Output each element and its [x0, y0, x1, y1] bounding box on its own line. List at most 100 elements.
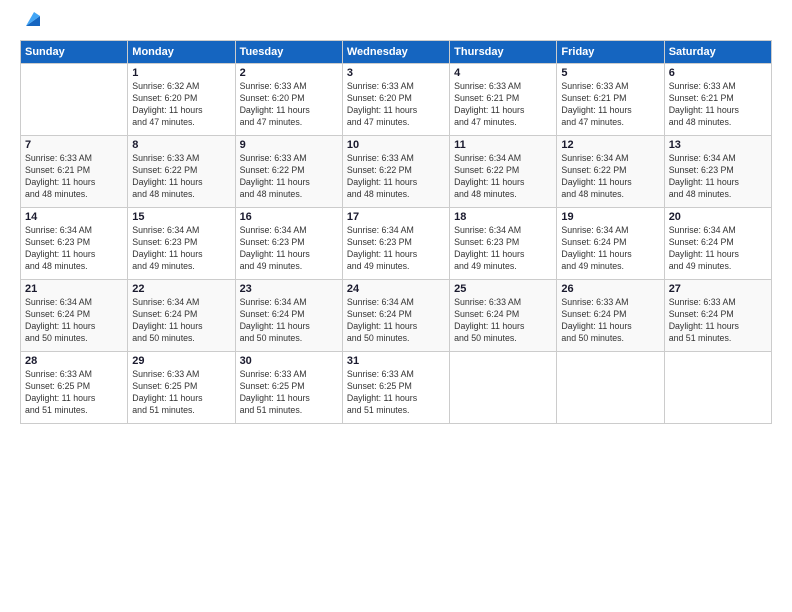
day-number: 19 — [561, 211, 659, 223]
day-number: 16 — [240, 211, 338, 223]
day-info: Sunrise: 6:33 AM Sunset: 6:22 PM Dayligh… — [240, 153, 338, 201]
day-number: 13 — [669, 139, 767, 151]
calendar-cell: 22 Sunrise: 6:34 AM Sunset: 6:24 PM Dayli… — [128, 280, 235, 352]
day-info: Sunrise: 6:33 AM Sunset: 6:20 PM Dayligh… — [347, 81, 445, 129]
day-info: Sunrise: 6:33 AM Sunset: 6:25 PM Dayligh… — [132, 369, 230, 417]
calendar-cell: 20Sunrise: 6:34 AM Sunset: 6:24 PM Dayli… — [664, 208, 771, 280]
day-info: Sunrise: 6:34 AM Sunset: 6:24 PM Dayligh… — [132, 297, 230, 345]
logo-icon — [22, 8, 44, 30]
day-number: 29 — [132, 355, 230, 367]
calendar-cell: 3 Sunrise: 6:33 AM Sunset: 6:20 PM Daylig… — [342, 64, 449, 136]
calendar-cell: 2Sunrise: 6:33 AM Sunset: 6:20 PM Daylig… — [235, 64, 342, 136]
calendar-header-thursday: Thursday — [450, 41, 557, 64]
day-info: Sunrise: 6:33 AM Sunset: 6:22 PM Dayligh… — [347, 153, 445, 201]
day-info: Sunrise: 6:33 AM Sunset: 6:25 PM Dayligh… — [240, 369, 338, 417]
day-number: 26 — [561, 283, 659, 295]
calendar-cell: 17 Sunrise: 6:34 AM Sunset: 6:23 PM Dayli… — [342, 208, 449, 280]
calendar-cell: 12 Sunrise: 6:34 AM Sunset: 6:22 PM Dayli… — [557, 136, 664, 208]
day-number: 6 — [669, 67, 767, 79]
calendar-week-2: 7 Sunrise: 6:33 AM Sunset: 6:21 PM Daylig… — [21, 136, 772, 208]
day-info: Sunrise: 6:34 AM Sunset: 6:24 PM Dayligh… — [240, 297, 338, 345]
day-info: Sunrise: 6:33 AM Sunset: 6:24 PM Dayligh… — [669, 297, 767, 345]
day-number: 3 — [347, 67, 445, 79]
day-info: Sunrise: 6:34 AM Sunset: 6:22 PM Dayligh… — [454, 153, 552, 201]
logo — [20, 18, 44, 30]
day-info: Sunrise: 6:34 AM Sunset: 6:23 PM Dayligh… — [669, 153, 767, 201]
day-number: 8 — [132, 139, 230, 151]
day-info: Sunrise: 6:34 AM Sunset: 6:23 PM Dayligh… — [132, 225, 230, 273]
calendar-body: 1 Sunrise: 6:32 AM Sunset: 6:20 PM Daylig… — [21, 64, 772, 424]
day-info: Sunrise: 6:34 AM Sunset: 6:24 PM Dayligh… — [347, 297, 445, 345]
calendar-cell: 18 Sunrise: 6:34 AM Sunset: 6:23 PM Dayli… — [450, 208, 557, 280]
calendar-header-wednesday: Wednesday — [342, 41, 449, 64]
day-info: Sunrise: 6:34 AM Sunset: 6:24 PM Dayligh… — [25, 297, 123, 345]
calendar-cell — [21, 64, 128, 136]
day-number: 31 — [347, 355, 445, 367]
calendar-week-5: 28 Sunrise: 6:33 AM Sunset: 6:25 PM Dayli… — [21, 352, 772, 424]
day-info: Sunrise: 6:33 AM Sunset: 6:24 PM Dayligh… — [561, 297, 659, 345]
day-info: Sunrise: 6:34 AM Sunset: 6:23 PM Dayligh… — [347, 225, 445, 273]
day-info: Sunrise: 6:33 AM Sunset: 6:21 PM Dayligh… — [669, 81, 767, 129]
calendar-cell: 8 Sunrise: 6:33 AM Sunset: 6:22 PM Daylig… — [128, 136, 235, 208]
calendar-cell: 31 Sunrise: 6:33 AM Sunset: 6:25 PM Dayli… — [342, 352, 449, 424]
day-number: 22 — [132, 283, 230, 295]
day-number: 10 — [347, 139, 445, 151]
calendar-cell — [557, 352, 664, 424]
calendar-cell: 1 Sunrise: 6:32 AM Sunset: 6:20 PM Daylig… — [128, 64, 235, 136]
calendar-cell: 24 Sunrise: 6:34 AM Sunset: 6:24 PM Dayli… — [342, 280, 449, 352]
day-info: Sunrise: 6:33 AM Sunset: 6:24 PM Dayligh… — [454, 297, 552, 345]
calendar-cell: 6 Sunrise: 6:33 AM Sunset: 6:21 PM Daylig… — [664, 64, 771, 136]
calendar-cell: 27 Sunrise: 6:33 AM Sunset: 6:24 PM Dayli… — [664, 280, 771, 352]
day-number: 15 — [132, 211, 230, 223]
day-info: Sunrise: 6:34 AM Sunset: 6:23 PM Dayligh… — [454, 225, 552, 273]
calendar-cell: 23Sunrise: 6:34 AM Sunset: 6:24 PM Dayli… — [235, 280, 342, 352]
day-info: Sunrise: 6:33 AM Sunset: 6:21 PM Dayligh… — [454, 81, 552, 129]
calendar-cell: 9 Sunrise: 6:33 AM Sunset: 6:22 PM Daylig… — [235, 136, 342, 208]
day-number: 21 — [25, 283, 123, 295]
calendar-cell: 26 Sunrise: 6:33 AM Sunset: 6:24 PM Dayli… — [557, 280, 664, 352]
day-number: 24 — [347, 283, 445, 295]
day-number: 7 — [25, 139, 123, 151]
calendar-header-saturday: Saturday — [664, 41, 771, 64]
day-number: 5 — [561, 67, 659, 79]
calendar-cell: 25Sunrise: 6:33 AM Sunset: 6:24 PM Dayli… — [450, 280, 557, 352]
day-number: 1 — [132, 67, 230, 79]
day-number: 18 — [454, 211, 552, 223]
day-info: Sunrise: 6:34 AM Sunset: 6:23 PM Dayligh… — [240, 225, 338, 273]
calendar-cell: 13 Sunrise: 6:34 AM Sunset: 6:23 PM Dayli… — [664, 136, 771, 208]
day-info: Sunrise: 6:33 AM Sunset: 6:25 PM Dayligh… — [347, 369, 445, 417]
calendar-header-tuesday: Tuesday — [235, 41, 342, 64]
day-number: 12 — [561, 139, 659, 151]
day-info: Sunrise: 6:34 AM Sunset: 6:22 PM Dayligh… — [561, 153, 659, 201]
calendar-cell — [664, 352, 771, 424]
day-number: 30 — [240, 355, 338, 367]
calendar-cell: 29 Sunrise: 6:33 AM Sunset: 6:25 PM Dayli… — [128, 352, 235, 424]
day-info: Sunrise: 6:33 AM Sunset: 6:25 PM Dayligh… — [25, 369, 123, 417]
calendar-cell: 5Sunrise: 6:33 AM Sunset: 6:21 PM Daylig… — [557, 64, 664, 136]
calendar-header-sunday: Sunday — [21, 41, 128, 64]
page-header — [20, 18, 772, 30]
day-number: 2 — [240, 67, 338, 79]
day-number: 28 — [25, 355, 123, 367]
calendar-header-row: SundayMondayTuesdayWednesdayThursdayFrid… — [21, 41, 772, 64]
day-info: Sunrise: 6:33 AM Sunset: 6:21 PM Dayligh… — [25, 153, 123, 201]
calendar-cell: 10 Sunrise: 6:33 AM Sunset: 6:22 PM Dayli… — [342, 136, 449, 208]
day-info: Sunrise: 6:32 AM Sunset: 6:20 PM Dayligh… — [132, 81, 230, 129]
calendar-table: SundayMondayTuesdayWednesdayThursdayFrid… — [20, 40, 772, 424]
day-number: 27 — [669, 283, 767, 295]
day-info: Sunrise: 6:33 AM Sunset: 6:22 PM Dayligh… — [132, 153, 230, 201]
day-number: 11 — [454, 139, 552, 151]
calendar-cell: 4Sunrise: 6:33 AM Sunset: 6:21 PM Daylig… — [450, 64, 557, 136]
calendar-cell: 14Sunrise: 6:34 AM Sunset: 6:23 PM Dayli… — [21, 208, 128, 280]
calendar-cell: 16 Sunrise: 6:34 AM Sunset: 6:23 PM Dayli… — [235, 208, 342, 280]
calendar-cell: 28 Sunrise: 6:33 AM Sunset: 6:25 PM Dayli… — [21, 352, 128, 424]
calendar-header-friday: Friday — [557, 41, 664, 64]
calendar-page: SundayMondayTuesdayWednesdayThursdayFrid… — [0, 0, 792, 612]
day-number: 17 — [347, 211, 445, 223]
calendar-week-1: 1 Sunrise: 6:32 AM Sunset: 6:20 PM Daylig… — [21, 64, 772, 136]
day-info: Sunrise: 6:34 AM Sunset: 6:23 PM Dayligh… — [25, 225, 123, 273]
day-info: Sunrise: 6:34 AM Sunset: 6:24 PM Dayligh… — [561, 225, 659, 273]
calendar-cell: 19 Sunrise: 6:34 AM Sunset: 6:24 PM Dayli… — [557, 208, 664, 280]
calendar-cell — [450, 352, 557, 424]
day-number: 9 — [240, 139, 338, 151]
